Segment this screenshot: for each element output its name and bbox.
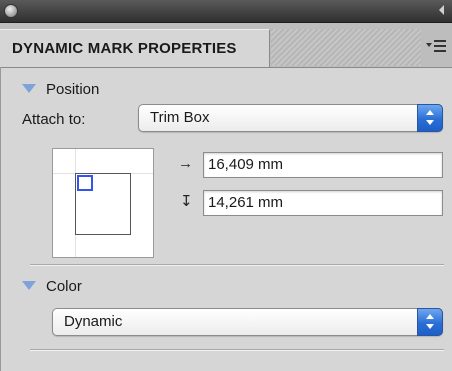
vertical-offset-field[interactable]: 14,261 mm	[203, 190, 443, 216]
position-section-title: Position	[46, 81, 100, 98]
reference-point-proxy[interactable]	[52, 148, 154, 258]
section-divider-highlight	[30, 350, 444, 351]
panel-tab-strip: DYNAMIC MARK PROPERTIES	[0, 23, 452, 68]
attach-to-label: Attach to:	[22, 111, 86, 128]
tab-dynamic-mark-properties[interactable]: DYNAMIC MARK PROPERTIES	[0, 29, 270, 67]
section-divider-highlight	[30, 265, 444, 266]
panel-menu-icon[interactable]	[426, 39, 446, 53]
panel-title-bar	[0, 0, 452, 23]
collapse-panel-icon[interactable]	[439, 5, 444, 15]
horizontal-offset-icon: →	[178, 155, 193, 172]
disclosure-triangle-icon[interactable]	[22, 281, 36, 291]
color-section-header[interactable]: Color	[22, 278, 82, 296]
position-section-header[interactable]: Position	[22, 81, 99, 99]
attach-to-value: Trim Box	[150, 109, 210, 126]
attach-to-select[interactable]: Trim Box	[138, 104, 443, 132]
color-select[interactable]: Dynamic	[52, 308, 443, 336]
select-stepper-icon[interactable]	[417, 104, 443, 132]
tab-strip-filler	[271, 29, 421, 66]
mark-position-square[interactable]	[77, 175, 93, 191]
select-stepper-icon[interactable]	[417, 308, 443, 336]
color-value: Dynamic	[64, 313, 123, 330]
color-section-title: Color	[46, 278, 82, 295]
vertical-offset-icon: ↧	[180, 193, 193, 210]
panel-border	[0, 67, 1, 371]
horizontal-offset-field[interactable]: 16,409 mm	[203, 152, 443, 178]
close-icon[interactable]	[4, 4, 18, 18]
disclosure-triangle-icon[interactable]	[22, 84, 36, 94]
